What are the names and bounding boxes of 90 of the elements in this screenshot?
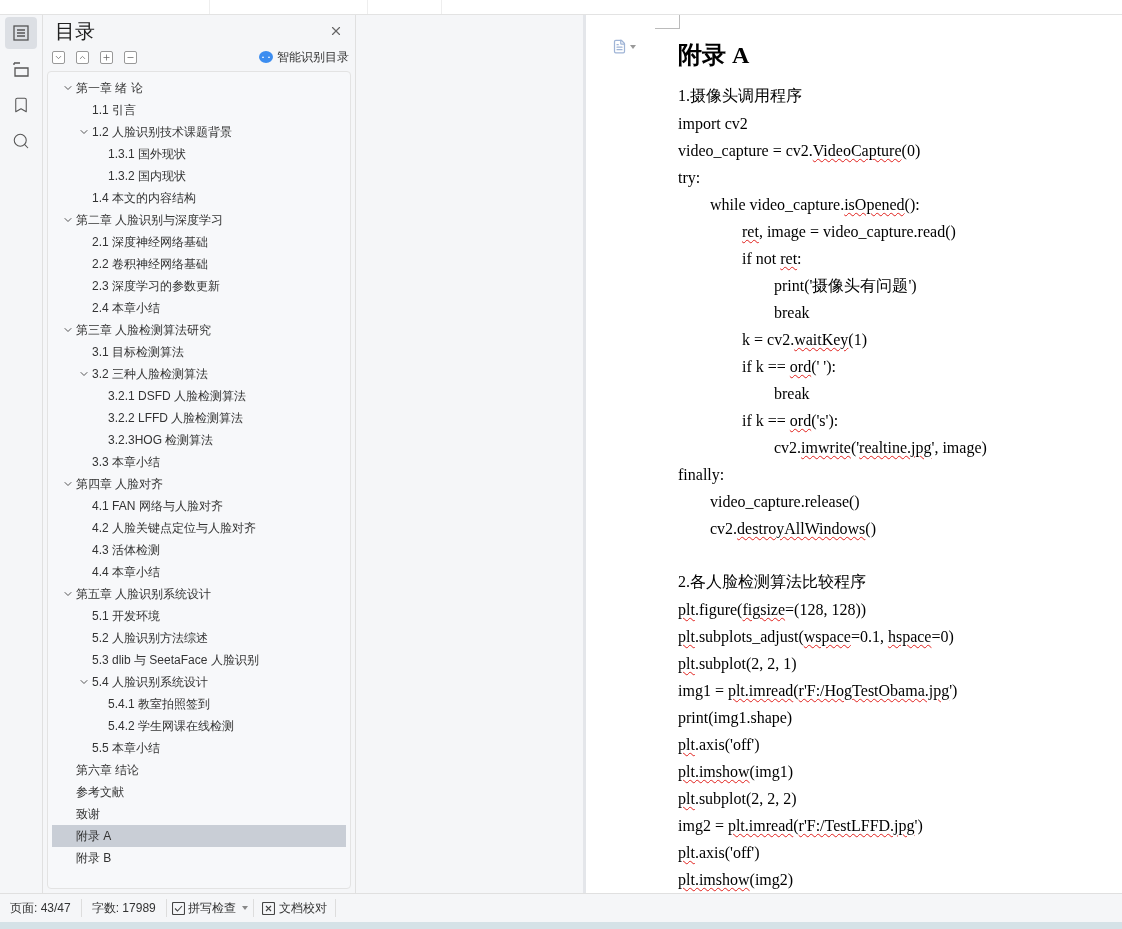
appendix-heading: 附录 A bbox=[678, 41, 751, 70]
code-line: finally: bbox=[678, 465, 726, 486]
toc-item[interactable]: 3.2.3HOG 检测算法 bbox=[52, 429, 346, 451]
toc-item[interactable]: 3.3 本章小结 bbox=[52, 451, 346, 473]
toc-item[interactable]: 1.3.1 国外现状 bbox=[52, 143, 346, 165]
toc-item[interactable]: 1.3.2 国内现状 bbox=[52, 165, 346, 187]
toc-item[interactable]: 5.4 人脸识别系统设计 bbox=[52, 671, 346, 693]
toc-item[interactable]: 2.1 深度神经网络基础 bbox=[52, 231, 346, 253]
code-line: cv2.imwrite('realtine.jpg', image) bbox=[773, 438, 988, 459]
code-line: video_capture.release() bbox=[709, 492, 861, 513]
expand-up-button[interactable] bbox=[76, 50, 89, 64]
code-line: while video_capture.isOpened(): bbox=[709, 195, 921, 216]
robot-face-icon bbox=[259, 51, 273, 63]
code-line: img1 = plt.imread(r'F:/HogTestObama.jpg') bbox=[678, 681, 959, 702]
toc-item[interactable]: 第一章 绪 论 bbox=[52, 77, 346, 99]
toc-item[interactable]: 3.2.2 LFFD 人脸检测算法 bbox=[52, 407, 346, 429]
code-line: if k == ord(' '): bbox=[741, 357, 838, 378]
code-line: plt.figure(figsize=(128, 128)) bbox=[678, 600, 868, 621]
expand-button[interactable] bbox=[100, 50, 113, 64]
toc-item[interactable]: 附录 A bbox=[52, 825, 346, 847]
toc-item[interactable]: 5.4.2 学生网课在线检测 bbox=[52, 715, 346, 737]
x-box-icon bbox=[261, 901, 275, 915]
toc-list-icon bbox=[12, 24, 30, 42]
toc-item[interactable]: 2.4 本章小结 bbox=[52, 297, 346, 319]
caret-icon[interactable] bbox=[630, 44, 636, 49]
plus-icon bbox=[102, 52, 111, 62]
rail-tab[interactable] bbox=[5, 17, 37, 49]
toc-item[interactable]: 1.1 引言 bbox=[52, 99, 346, 121]
toc-item[interactable]: 4.1 FAN 网络与人脸对齐 bbox=[52, 495, 346, 517]
toc-item[interactable]: 3.2.1 DSFD 人脸检测算法 bbox=[52, 385, 346, 407]
code-line: break bbox=[773, 303, 811, 324]
search-icon bbox=[12, 132, 30, 150]
toc-item[interactable]: 参考文献 bbox=[52, 781, 346, 803]
code-line: video_capture = cv2.VideoCapture(0) bbox=[678, 141, 922, 162]
code-line: plt.subplot(2, 2, 2) bbox=[678, 789, 798, 810]
section-title: 1.摄像头调用程序 bbox=[678, 86, 803, 106]
toc-item[interactable]: 5.3 dlib 与 SeetaFace 人脸识别 bbox=[52, 649, 346, 671]
toc-item[interactable]: 5.5 本章小结 bbox=[52, 737, 346, 759]
code-line: plt.subplot(2, 2, 1) bbox=[678, 654, 798, 675]
toc-item[interactable]: 3.1 目标检测算法 bbox=[52, 341, 346, 363]
toc-item[interactable]: 2.3 深度学习的参数更新 bbox=[52, 275, 346, 297]
code-line: ret, image = video_capture.read() bbox=[741, 222, 957, 243]
toc-item[interactable]: 第五章 人脸识别系统设计 bbox=[52, 583, 346, 605]
corner-mark bbox=[655, 15, 680, 29]
check-box-icon bbox=[171, 901, 185, 915]
toc-item[interactable]: 4.3 活体检测 bbox=[52, 539, 346, 561]
toc-item[interactable]: 1.2 人脸识别技术课题背景 bbox=[52, 121, 346, 143]
code-line: try: bbox=[678, 168, 702, 189]
bookmark-icon bbox=[12, 96, 30, 114]
code-line: print('摄像头有问题') bbox=[773, 276, 918, 297]
collapse-all-button[interactable] bbox=[52, 50, 65, 64]
code-line: plt.axis('off') bbox=[678, 843, 761, 864]
toc-item[interactable]: 5.2 人脸识别方法综述 bbox=[52, 627, 346, 649]
code-line: import cv2 bbox=[678, 114, 749, 135]
toc-item[interactable]: 第三章 人脸检测算法研究 bbox=[52, 319, 346, 341]
toc-item[interactable]: 附录 B bbox=[52, 847, 346, 869]
toc-item[interactable]: 第二章 人脸识别与深度学习 bbox=[52, 209, 346, 231]
toc-item[interactable]: 1.4 本文的内容结构 bbox=[52, 187, 346, 209]
toc-item[interactable]: 4.2 人脸关键点定位与人脸对齐 bbox=[52, 517, 346, 539]
code-line: break bbox=[773, 384, 811, 405]
toc-item[interactable]: 第六章 结论 bbox=[52, 759, 346, 781]
panel-title: 目录 bbox=[55, 19, 95, 44]
toc-item[interactable]: 第四章 人脸对齐 bbox=[52, 473, 346, 495]
toc-item[interactable]: 3.2 三种人脸检测算法 bbox=[52, 363, 346, 385]
code-line: cv2.destroyAllWindows() bbox=[709, 519, 877, 540]
code-line: print(img1.shape) bbox=[678, 708, 794, 729]
toc-item[interactable]: 2.2 卷积神经网络基础 bbox=[52, 253, 346, 275]
document-icon[interactable] bbox=[612, 39, 627, 54]
outline-icon bbox=[12, 60, 30, 78]
proofread-button[interactable]: 文档校对 bbox=[253, 899, 336, 917]
toc-item[interactable]: 致谢 bbox=[52, 803, 346, 825]
caret-icon bbox=[241, 906, 248, 910]
code-line: if k == ord('s'): bbox=[741, 411, 840, 432]
code-line: k = cv2.waitKey(1) bbox=[741, 330, 868, 351]
code-line: plt.axis('off') bbox=[678, 735, 761, 756]
toc-item[interactable]: 5.1 开发环境 bbox=[52, 605, 346, 627]
collapse-button[interactable] bbox=[124, 50, 137, 64]
code-line: img2 = plt.imread(r'F:/TestLFFD.jpg') bbox=[678, 816, 924, 837]
code-line: if not ret: bbox=[741, 249, 803, 270]
word-count: 字数: 17989 bbox=[81, 899, 167, 917]
close-icon[interactable] bbox=[329, 24, 343, 38]
spell-check-button[interactable]: 拼写检查 bbox=[166, 899, 254, 917]
code-line: plt.subplots_adjust(wspace=0.1, hspace=0) bbox=[678, 627, 955, 648]
toc-item[interactable]: 4.4 本章小结 bbox=[52, 561, 346, 583]
page-count: 页面: 43/47 bbox=[0, 899, 82, 917]
code-line: plt.imshow(img2) bbox=[678, 870, 795, 891]
section-title: 2.各人脸检测算法比较程序 bbox=[678, 572, 867, 592]
code-line: plt.imshow(img1) bbox=[678, 762, 795, 783]
toc-item[interactable]: 5.4.1 教室拍照签到 bbox=[52, 693, 346, 715]
smart-toc-button[interactable]: 智能识别目录 bbox=[259, 48, 349, 66]
